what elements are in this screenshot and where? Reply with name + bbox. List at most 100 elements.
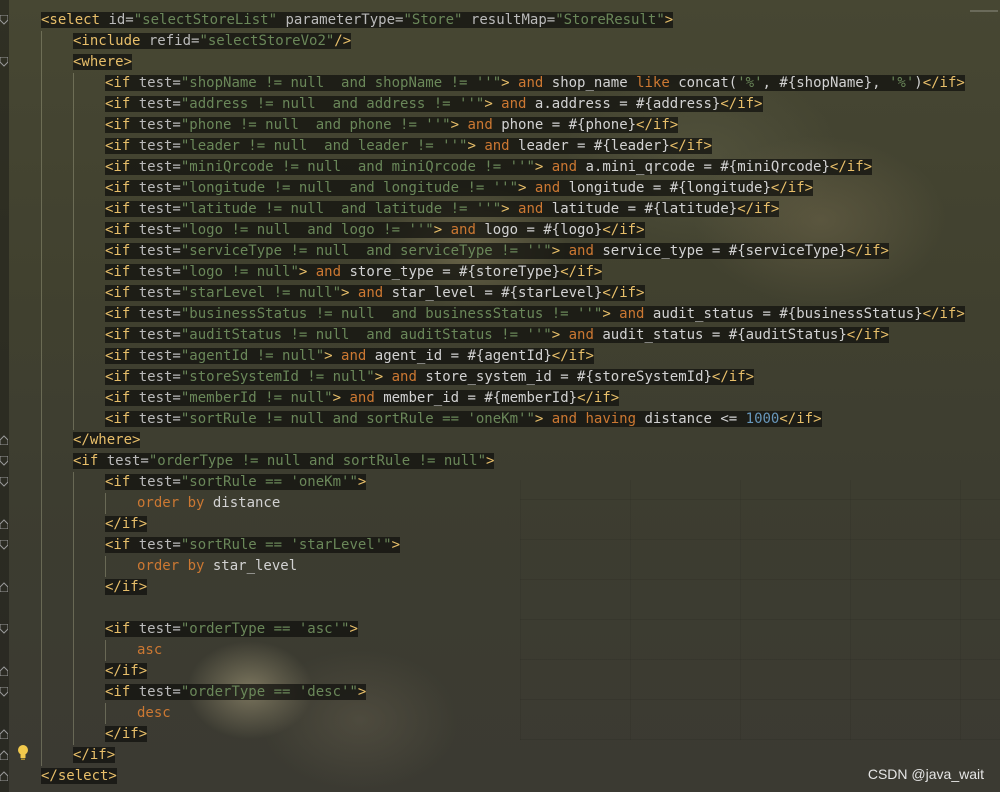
code-token: "sortRule == 'oneKm'" — [180, 474, 358, 490]
code-token: </if> — [770, 180, 814, 196]
code-text: order by distance — [137, 495, 280, 511]
code-line[interactable]: <if test="storeSystemId != null"> and st… — [0, 367, 965, 388]
code-text: <if test="sortRule == 'oneKm'"> — [105, 474, 367, 490]
code-text: <if test="starLevel != null"> and star_l… — [105, 285, 645, 301]
code-line[interactable] — [0, 598, 965, 619]
code-token: <if — [105, 621, 139, 637]
code-token: > — [501, 201, 510, 217]
code-line[interactable]: <select id="selectStoreList" parameterTy… — [0, 10, 965, 31]
code-text: </if> — [105, 726, 148, 742]
code-token: <where> — [73, 54, 133, 70]
code-token: test= — [138, 75, 181, 91]
code-line[interactable]: <if test="serviceType != null and servic… — [0, 241, 965, 262]
code-token: "orderType != null and sortRule != null" — [148, 453, 487, 469]
code-text: asc — [137, 642, 162, 658]
code-line[interactable]: <if test="sortRule == 'starLevel'"> — [0, 535, 965, 556]
code-text: <if test="address != null and address !=… — [105, 96, 763, 112]
code-token: and — [349, 285, 392, 301]
code-text: <if test="latitude != null and latitude … — [105, 201, 780, 217]
code-token: /> — [334, 33, 352, 49]
code-line[interactable]: order by distance — [0, 493, 965, 514]
code-token: and — [341, 390, 384, 406]
code-token: like — [636, 75, 679, 91]
code-text: </if> — [73, 747, 116, 763]
code-token: a.mini_qrcode = #{miniQrcode} — [585, 159, 830, 175]
code-line[interactable]: <if test="sortRule != null and sortRule … — [0, 409, 965, 430]
code-token: > — [551, 243, 561, 259]
code-line[interactable]: <if test="latitude != null and latitude … — [0, 199, 965, 220]
code-token: <if — [105, 264, 139, 280]
code-line[interactable]: <if test="longitude != null and longitud… — [0, 178, 965, 199]
code-token: > — [349, 621, 358, 637]
code-text: <if test="logo != null and logo != ''"> … — [105, 222, 645, 238]
code-token: <if — [105, 390, 139, 406]
code-token: </if> — [711, 369, 755, 385]
code-token: </if> — [602, 285, 645, 301]
code-line[interactable]: <if test="phone != null and phone != ''"… — [0, 115, 965, 136]
code-token: store_type = #{storeType} — [349, 264, 561, 280]
code-text: <if test="phone != null and phone != ''"… — [105, 117, 679, 133]
code-line[interactable]: <if test="orderType != null and sortRule… — [0, 451, 965, 472]
code-text: desc — [137, 705, 171, 721]
code-token: service_type = #{serviceType} — [602, 243, 847, 259]
code-token: </if> — [720, 96, 763, 112]
lightbulb-icon[interactable] — [17, 744, 29, 764]
code-token: leader = #{leader} — [518, 138, 670, 154]
code-token: > — [486, 453, 495, 469]
code-token: "sortRule != null and sortRule == 'oneKm… — [180, 411, 535, 427]
code-line[interactable]: <if test="shopName != null and shopName … — [0, 73, 965, 94]
code-line[interactable]: <if test="agentId != null"> and agent_id… — [0, 346, 965, 367]
code-token: and — [492, 96, 535, 112]
code-token: "miniQrcode != null and miniQrcode != ''… — [180, 159, 535, 175]
code-line[interactable]: desc — [0, 703, 965, 724]
code-token: > — [450, 117, 460, 133]
code-line[interactable]: <if test="auditStatus != null and auditS… — [0, 325, 965, 346]
code-line[interactable]: asc — [0, 640, 965, 661]
code-token: <if — [105, 285, 139, 301]
code-token: test= — [138, 390, 181, 406]
code-text: <if test="agentId != null"> and agent_id… — [105, 348, 594, 364]
code-line[interactable]: <if test="businessStatus != null and bus… — [0, 304, 965, 325]
code-token: </if> — [922, 75, 965, 91]
code-text: <if test="logo != null"> and store_type … — [105, 264, 603, 280]
code-line[interactable]: </if> — [0, 661, 965, 682]
code-token: test= — [106, 453, 149, 469]
code-token: test= — [138, 306, 181, 322]
code-token: <if — [105, 327, 139, 343]
code-token: "starLevel != null" — [180, 285, 342, 301]
code-line[interactable]: order by star_level — [0, 556, 965, 577]
code-token: <include — [73, 33, 149, 49]
code-line[interactable]: </select> — [0, 766, 965, 787]
code-token: and — [442, 222, 485, 238]
code-line[interactable]: <if test="starLevel != null"> and star_l… — [0, 283, 965, 304]
code-line[interactable]: <if test="memberId != null"> and member_… — [0, 388, 965, 409]
code-token: distance <= — [644, 411, 746, 427]
code-line[interactable]: <if test="address != null and address !=… — [0, 94, 965, 115]
code-line[interactable]: <if test="orderType == 'asc'"> — [0, 619, 965, 640]
code-line[interactable]: <if test="logo != null and logo != ''"> … — [0, 220, 965, 241]
code-editor[interactable]: <select id="selectStoreList" parameterTy… — [0, 10, 965, 787]
code-line[interactable]: <include refid="selectStoreVo2"/> — [0, 31, 965, 52]
code-token: </if> — [105, 663, 148, 679]
code-token: agent_id = #{agentId} — [374, 348, 552, 364]
code-token: </select> — [41, 768, 117, 784]
code-token: order by — [137, 558, 213, 574]
code-line[interactable]: </if> — [0, 577, 965, 598]
code-token: > — [467, 138, 476, 154]
code-token: <if — [105, 369, 139, 385]
code-line[interactable]: <if test="logo != null"> and store_type … — [0, 262, 965, 283]
code-token: and — [560, 327, 603, 343]
code-line[interactable]: <if test="orderType == 'desc'"> — [0, 682, 965, 703]
code-line[interactable]: </if> — [0, 745, 965, 766]
code-line[interactable]: <if test="leader != null and leader != '… — [0, 136, 965, 157]
code-token: > — [433, 222, 443, 238]
code-line[interactable]: </where> — [0, 430, 965, 451]
code-token: > — [501, 75, 510, 91]
code-line[interactable]: </if> — [0, 724, 965, 745]
code-line[interactable]: <where> — [0, 52, 965, 73]
code-line[interactable]: <if test="miniQrcode != null and miniQrc… — [0, 157, 965, 178]
code-line[interactable]: <if test="sortRule == 'oneKm'"> — [0, 472, 965, 493]
code-token: order by — [137, 495, 213, 511]
code-token: <if — [105, 537, 139, 553]
code-line[interactable]: </if> — [0, 514, 965, 535]
